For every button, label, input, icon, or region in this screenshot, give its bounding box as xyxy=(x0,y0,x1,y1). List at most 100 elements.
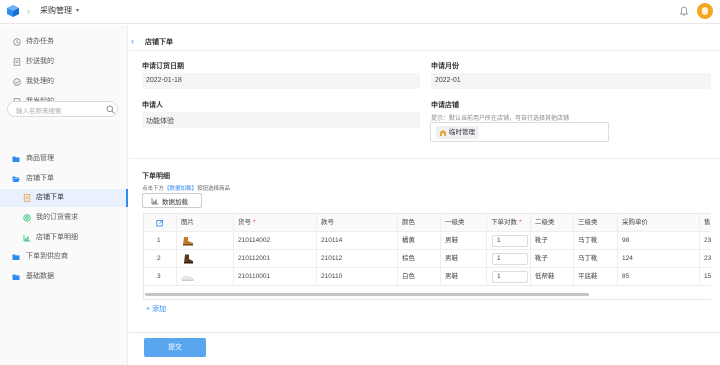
divider xyxy=(129,50,720,51)
style-cell: 210110 xyxy=(316,268,397,286)
sidebar-item-processed[interactable]: 我处理的 xyxy=(0,73,128,91)
check-circle-icon xyxy=(13,78,21,86)
folder-icon xyxy=(12,274,20,280)
divider xyxy=(129,158,720,159)
product-image[interactable] xyxy=(176,250,233,268)
sidebar-item-order-detail[interactable]: 店铺下单明细 xyxy=(0,229,128,247)
table-horizontal-scrollbar[interactable] xyxy=(145,293,589,296)
boot-image-icon xyxy=(183,237,194,246)
style-cell: 210114 xyxy=(316,232,397,250)
required-marker: * xyxy=(253,219,256,226)
order-month-value: 2022-01 xyxy=(435,77,461,84)
sidebar-item-label: 抄送我的 xyxy=(26,58,54,65)
submit-button[interactable]: 提交 xyxy=(144,338,206,357)
bottom-action-bar xyxy=(129,332,720,365)
boot-image-icon xyxy=(184,254,194,264)
app-logo-icon[interactable] xyxy=(6,4,20,18)
sidebar-item-my-demand[interactable]: 我的订货需求 xyxy=(0,209,128,227)
order-month-label: 申请月份 xyxy=(431,63,459,70)
table-header-row: 图片 货号 * 款号 颜色 一级类 下单对数 * 二级类 三级类 采购单价 售 xyxy=(144,214,711,232)
sidebar-item-cc-me[interactable]: 抄送我的 xyxy=(0,53,128,71)
sidebar-item-label: 商品管理 xyxy=(26,155,54,162)
detail-hint: 点击下方【数据加载】按钮选择商品 xyxy=(142,184,230,192)
column-header-category1: 一级类 xyxy=(440,214,486,232)
sidebar-item-store-order-group[interactable]: 店铺下单 xyxy=(0,170,128,188)
column-header-settings[interactable] xyxy=(144,214,176,232)
column-header-category3: 三级类 xyxy=(573,214,617,232)
store-label: 申请店铺 xyxy=(431,102,459,109)
column-header-sku-label: 货号 xyxy=(238,219,251,226)
search-input[interactable]: 输入名称来搜索 xyxy=(7,101,118,117)
category2-cell: 靴子 xyxy=(530,232,573,250)
product-image[interactable] xyxy=(176,232,233,250)
load-data-button[interactable]: 数据加载 xyxy=(142,193,202,208)
detail-hint-link[interactable]: 【数据加载】 xyxy=(164,186,197,192)
sidebar-item-todo[interactable]: 待办任务 xyxy=(0,33,128,51)
folder-open-icon xyxy=(12,176,20,182)
quantity-cell: 1 xyxy=(486,268,530,286)
edit-columns-icon[interactable] xyxy=(156,219,164,227)
order-month-field[interactable]: 2022-01 xyxy=(431,73,711,89)
app-title[interactable]: 采购管理 xyxy=(40,6,72,16)
sidebar-item-basic-data[interactable]: 基础数据 xyxy=(0,268,128,286)
sidebar-item-label: 下单到供应商 xyxy=(26,253,68,260)
detail-hint-prefix: 点击下方 xyxy=(142,186,165,192)
bar-chart-icon xyxy=(23,235,31,242)
detail-hint-suffix: 按钮选择商品 xyxy=(197,186,231,192)
row-number: 2 xyxy=(157,255,161,262)
column-header-image: 图片 xyxy=(176,214,233,232)
detail-table: 图片 货号 * 款号 颜色 一级类 下单对数 * 二级类 三级类 采购单价 售 1 … xyxy=(143,213,711,300)
order-date-value: 2022-01-18 xyxy=(146,77,182,84)
avatar[interactable] xyxy=(697,3,713,19)
folder-icon xyxy=(12,156,20,162)
table-row[interactable]: 1 210114002 210114 橘黄 男鞋 1 靴子 马丁靴 98 23 xyxy=(144,232,711,250)
load-data-label: 数据加载 xyxy=(162,198,188,206)
sidebar-item-label: 店铺下单 xyxy=(36,194,64,201)
order-date-field[interactable]: 2022-01-18 xyxy=(142,73,420,89)
document-icon xyxy=(13,58,21,66)
table-row[interactable]: 3 210110001 210110 白色 男鞋 1 低帮鞋 平底鞋 85 15 xyxy=(144,268,711,286)
add-row-link[interactable]: + 添加 xyxy=(146,304,166,314)
sidebar-item-label: 我的订货需求 xyxy=(36,214,78,221)
category3-cell: 马丁靴 xyxy=(573,232,617,250)
search-icon[interactable] xyxy=(106,105,115,114)
sidebar-item-store-order[interactable]: 店铺下单 xyxy=(0,189,128,207)
quantity-input[interactable]: 1 xyxy=(492,235,528,247)
store-tag[interactable]: 临时管理 xyxy=(436,126,479,139)
required-marker: * xyxy=(519,219,522,226)
column-header-price: 采购单价 xyxy=(617,214,699,232)
back-chevron-icon[interactable]: ‹ xyxy=(131,36,134,46)
price-cell: 98 xyxy=(617,232,699,250)
applicant-field: 功能体验 xyxy=(142,112,420,128)
price-cell: 85 xyxy=(617,268,699,286)
store-hint: 提示：默认当前用户所在店铺，可自行选择其他店铺 xyxy=(431,116,570,122)
row-number: 3 xyxy=(157,273,161,280)
column-header-quantity-label: 下单对数 xyxy=(491,219,517,226)
bar-chart-icon xyxy=(151,197,159,204)
table-row[interactable]: 2 210112001 210112 棕色 男鞋 1 靴子 马丁靴 124 23 xyxy=(144,250,711,268)
applicant-label: 申请人 xyxy=(142,102,163,109)
quantity-input[interactable]: 1 xyxy=(492,271,528,283)
sidebar-item-label: 待办任务 xyxy=(26,38,54,45)
sale-cell: 15 xyxy=(699,268,711,286)
product-image[interactable] xyxy=(176,268,233,286)
sidebar-item-label: 我处理的 xyxy=(26,78,54,85)
column-header-category2: 二级类 xyxy=(530,214,573,232)
bell-icon[interactable] xyxy=(679,6,689,16)
store-select[interactable]: 临时管理 xyxy=(430,122,609,142)
sidebar-item-supplier-order[interactable]: 下单到供应商 xyxy=(0,248,128,266)
top-bar: › 采购管理 ▾ xyxy=(0,0,720,24)
category2-cell: 低帮鞋 xyxy=(530,268,573,286)
sidebar-item-product-management[interactable]: 商品管理 xyxy=(0,150,128,168)
style-cell: 210112 xyxy=(316,250,397,268)
category3-cell: 平底鞋 xyxy=(573,268,617,286)
quantity-cell: 1 xyxy=(486,250,530,268)
category2-cell: 靴子 xyxy=(530,250,573,268)
color-cell: 棕色 xyxy=(397,250,440,268)
category1-cell: 男鞋 xyxy=(440,250,486,268)
sku-cell: 210112001 xyxy=(233,250,316,268)
quantity-input[interactable]: 1 xyxy=(492,253,528,265)
chevron-down-icon[interactable]: ▾ xyxy=(76,7,79,14)
sku-cell: 210110001 xyxy=(233,268,316,286)
color-cell: 橘黄 xyxy=(397,232,440,250)
